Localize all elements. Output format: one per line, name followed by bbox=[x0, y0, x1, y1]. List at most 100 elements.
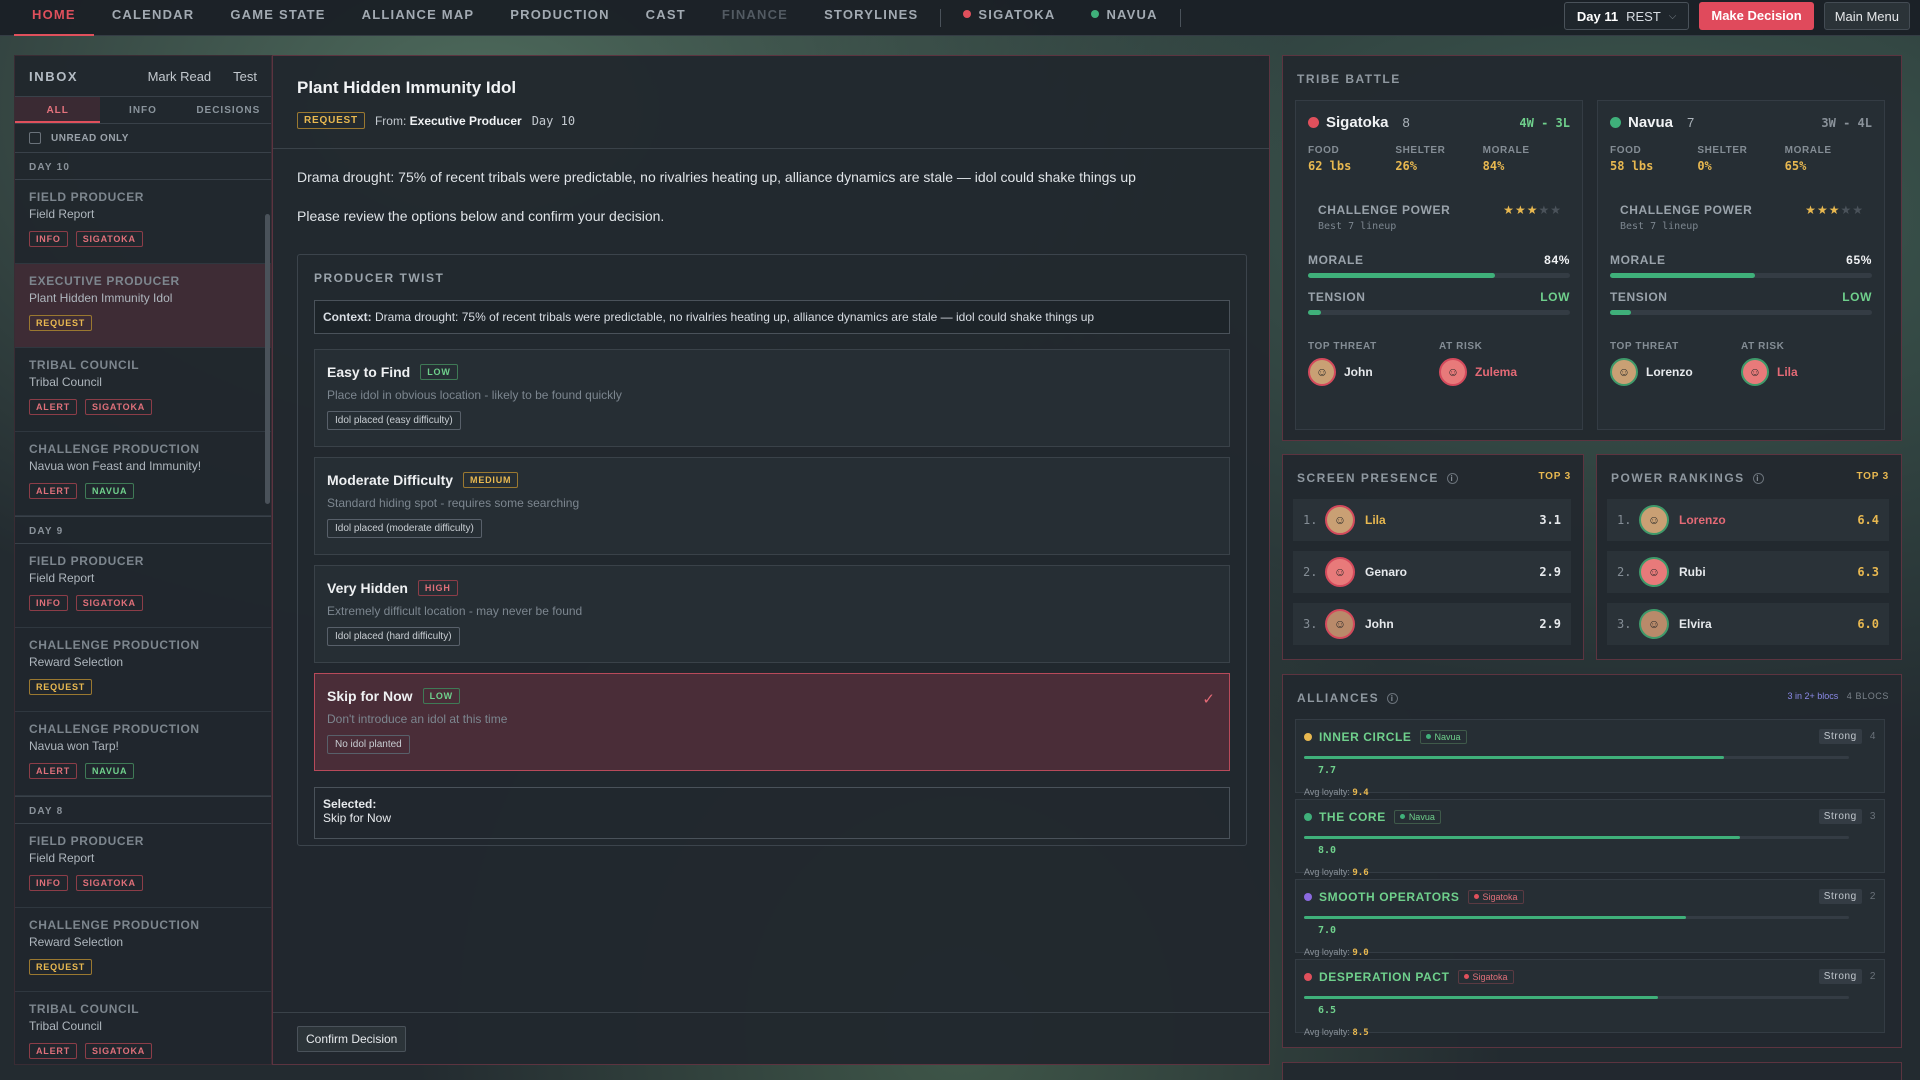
from-label: From: bbox=[374, 113, 407, 128]
ranking-row[interactable]: 2. ☺ Genaro 2.9 bbox=[1293, 551, 1571, 593]
person[interactable]: ☺ Lorenzo bbox=[1610, 358, 1741, 386]
tab-finance[interactable]: FINANCE bbox=[704, 0, 806, 36]
strength-badge: Strong bbox=[1818, 729, 1862, 744]
tribe-badge-label: Navua bbox=[1434, 731, 1461, 742]
alliance-row[interactable]: DESPERATION PACT Sigatoka Strong 2 6.5 Avg lo… bbox=[1295, 959, 1885, 1038]
option-moderate-difficulty[interactable]: Moderate Difficulty MEDIUM Standard hiding… bbox=[314, 457, 1230, 555]
tension-label: TENSION bbox=[1308, 290, 1366, 304]
confirm-decision-button[interactable]: Confirm Decision bbox=[297, 1026, 407, 1052]
person-name: Rubi bbox=[1679, 565, 1706, 579]
message-tags: REQUEST bbox=[29, 315, 257, 331]
inbox-title: INBOX bbox=[29, 68, 79, 84]
request-badge: REQUEST bbox=[297, 112, 365, 129]
unread-only-toggle[interactable]: UNREAD ONLY bbox=[15, 124, 271, 152]
test-button[interactable]: Test bbox=[233, 69, 257, 84]
message-day: Day 10 bbox=[531, 113, 576, 128]
selected-box: Selected: Skip for Now bbox=[314, 787, 1230, 839]
person-name: Zulema bbox=[1475, 365, 1518, 379]
inbox-scrollbar[interactable] bbox=[265, 214, 270, 504]
person[interactable]: ☺ Zulema bbox=[1439, 358, 1570, 386]
list-item[interactable]: CHALLENGE PRODUCTION Reward Selection REQU… bbox=[15, 628, 271, 712]
avatar: ☺ bbox=[1325, 609, 1355, 639]
tab-storylines[interactable]: STORYLINES bbox=[806, 0, 936, 36]
tag-sigatoka: SIGATOKA bbox=[75, 875, 143, 891]
alliance-dot-icon bbox=[1304, 892, 1312, 901]
alliance-name: DESPERATION PACT bbox=[1319, 969, 1450, 984]
ranking-row[interactable]: 1. ☺ Lorenzo 6.4 bbox=[1607, 499, 1889, 541]
star-icon: ★ bbox=[1503, 203, 1515, 217]
star-rating: ★★★★★ bbox=[1805, 203, 1864, 217]
score: 6.3 bbox=[1857, 565, 1879, 579]
tab-game-state[interactable]: GAME STATE bbox=[212, 0, 343, 36]
info-icon[interactable]: i bbox=[1752, 473, 1764, 484]
option-name: Skip for Now bbox=[327, 688, 413, 704]
tag-info: INFO bbox=[29, 875, 68, 891]
info-icon[interactable]: i bbox=[1446, 473, 1458, 484]
person[interactable]: ☺ Lila bbox=[1741, 358, 1872, 386]
people-label: TOP THREAT bbox=[1308, 341, 1377, 352]
list-item[interactable]: TRIBAL COUNCIL Tribal Council ALERT SIGATOK… bbox=[15, 992, 271, 1064]
option-very-hidden[interactable]: Very Hidden HIGH Extremely difficult locat… bbox=[314, 565, 1230, 663]
make-decision-button[interactable]: Make Decision bbox=[1699, 2, 1814, 30]
tab-alliance-map[interactable]: ALLIANCE MAP bbox=[344, 0, 493, 36]
avatar: ☺ bbox=[1439, 358, 1467, 386]
tension-row: TENSION LOW bbox=[1296, 278, 1582, 304]
mark-read-button[interactable]: Mark Read bbox=[148, 69, 212, 84]
list-item[interactable]: FIELD PRODUCER Field Report INFO SIGATOKA bbox=[15, 544, 271, 628]
message-sender: FIELD PRODUCER bbox=[29, 554, 145, 568]
sender: Executive Producer bbox=[409, 113, 522, 128]
list-item[interactable]: CHALLENGE PRODUCTION Navua won Tarp! ALERT… bbox=[15, 712, 271, 796]
morale-row: MORALE 65% bbox=[1598, 237, 1884, 267]
morale-value: 65% bbox=[1846, 253, 1872, 267]
avg-loyalty-label: Avg loyalty: bbox=[1304, 947, 1350, 957]
list-item[interactable]: TRIBAL COUNCIL Tribal Council ALERT SIGATOK… bbox=[15, 348, 271, 432]
option-name: Easy to Find bbox=[327, 364, 411, 380]
list-item[interactable]: CHALLENGE PRODUCTION Navua won Feast and … bbox=[15, 432, 271, 516]
tab-tribe-navua[interactable]: NAVUA bbox=[1073, 0, 1175, 36]
alliance-name: INNER CIRCLE bbox=[1319, 729, 1412, 744]
message-subject: Reward Selection bbox=[29, 935, 124, 949]
nav-separator bbox=[1179, 8, 1181, 27]
list-item[interactable]: FIELD PRODUCER Field Report INFO SIGATOKA bbox=[15, 180, 271, 264]
inbox-tab-info[interactable]: INFO bbox=[100, 97, 185, 123]
checkbox[interactable] bbox=[29, 132, 41, 144]
tag-info: INFO bbox=[29, 231, 68, 247]
option-description: Extremely difficult location - may never… bbox=[327, 604, 583, 618]
alliance-header: DESPERATION PACT Sigatoka Strong 2 bbox=[1304, 969, 1876, 984]
tab-production[interactable]: PRODUCTION bbox=[492, 0, 627, 36]
tension-label: TENSION bbox=[1610, 290, 1668, 304]
list-item[interactable]: FIELD PRODUCER Field Report INFO SIGATOKA bbox=[15, 824, 271, 908]
option-header: Moderate Difficulty MEDIUM bbox=[327, 472, 1217, 488]
ranking-row[interactable]: 2. ☺ Rubi 6.3 bbox=[1607, 551, 1889, 593]
option-easy-to-find[interactable]: Easy to Find LOW Place idol in obvious loc… bbox=[314, 349, 1230, 447]
ranking-row[interactable]: 3. ☺ Elvira 6.0 bbox=[1607, 603, 1889, 645]
alliance-row[interactable]: SMOOTH OPERATORS Sigatoka Strong 2 7.0 Avg lo… bbox=[1295, 879, 1885, 958]
list-item[interactable]: EXECUTIVE PRODUCER Plant Hidden Immunity … bbox=[15, 264, 271, 348]
alliance-row[interactable]: THE CORE Navua Strong 3 8.0 Avg loyalty: 9.6 bbox=[1295, 799, 1885, 878]
star-icon: ★ bbox=[1852, 203, 1864, 217]
stat-value: 0% bbox=[1697, 159, 1712, 173]
ranking-row[interactable]: 1. ☺ Lila 3.1 bbox=[1293, 499, 1571, 541]
alliance-row[interactable]: INNER CIRCLE Navua Strong 4 7.7 Avg loyalty: … bbox=[1295, 719, 1885, 798]
inbox-tab-decisions[interactable]: DECISIONS bbox=[186, 97, 271, 123]
avg-loyalty-value: 9.4 bbox=[1352, 788, 1369, 798]
message-body: Drama drought: 75% of recent tribals wer… bbox=[297, 169, 1136, 185]
message-instruction: Please review the options below and conf… bbox=[297, 207, 665, 224]
tribe-badge-label: Sigatoka bbox=[1482, 891, 1518, 902]
nav-separator bbox=[940, 8, 942, 27]
main-menu-button[interactable]: Main Menu bbox=[1823, 2, 1910, 30]
person[interactable]: ☺ John bbox=[1308, 358, 1439, 386]
tab-cast[interactable]: CAST bbox=[628, 0, 704, 36]
day-phase-selector[interactable]: Day 11 REST ⌵ bbox=[1563, 2, 1690, 30]
info-icon[interactable]: i bbox=[1387, 693, 1399, 704]
alliance-score: 7.0 bbox=[1317, 925, 1336, 937]
message-title: Plant Hidden Immunity Idol bbox=[297, 78, 517, 97]
inbox-tab-all[interactable]: ALL bbox=[15, 97, 101, 123]
tab-calendar[interactable]: CALENDAR bbox=[94, 0, 213, 36]
tab-tribe-sigatoka[interactable]: SIGATOKA bbox=[945, 0, 1073, 36]
message-subject: Reward Selection bbox=[29, 655, 124, 669]
ranking-row[interactable]: 3. ☺ John 2.9 bbox=[1293, 603, 1571, 645]
option-skip-for-now[interactable]: Skip for Now LOW Don't introduce an idol a… bbox=[314, 673, 1230, 771]
list-item[interactable]: CHALLENGE PRODUCTION Reward Selection REQU… bbox=[15, 908, 271, 992]
tab-home[interactable]: HOME bbox=[14, 0, 94, 36]
